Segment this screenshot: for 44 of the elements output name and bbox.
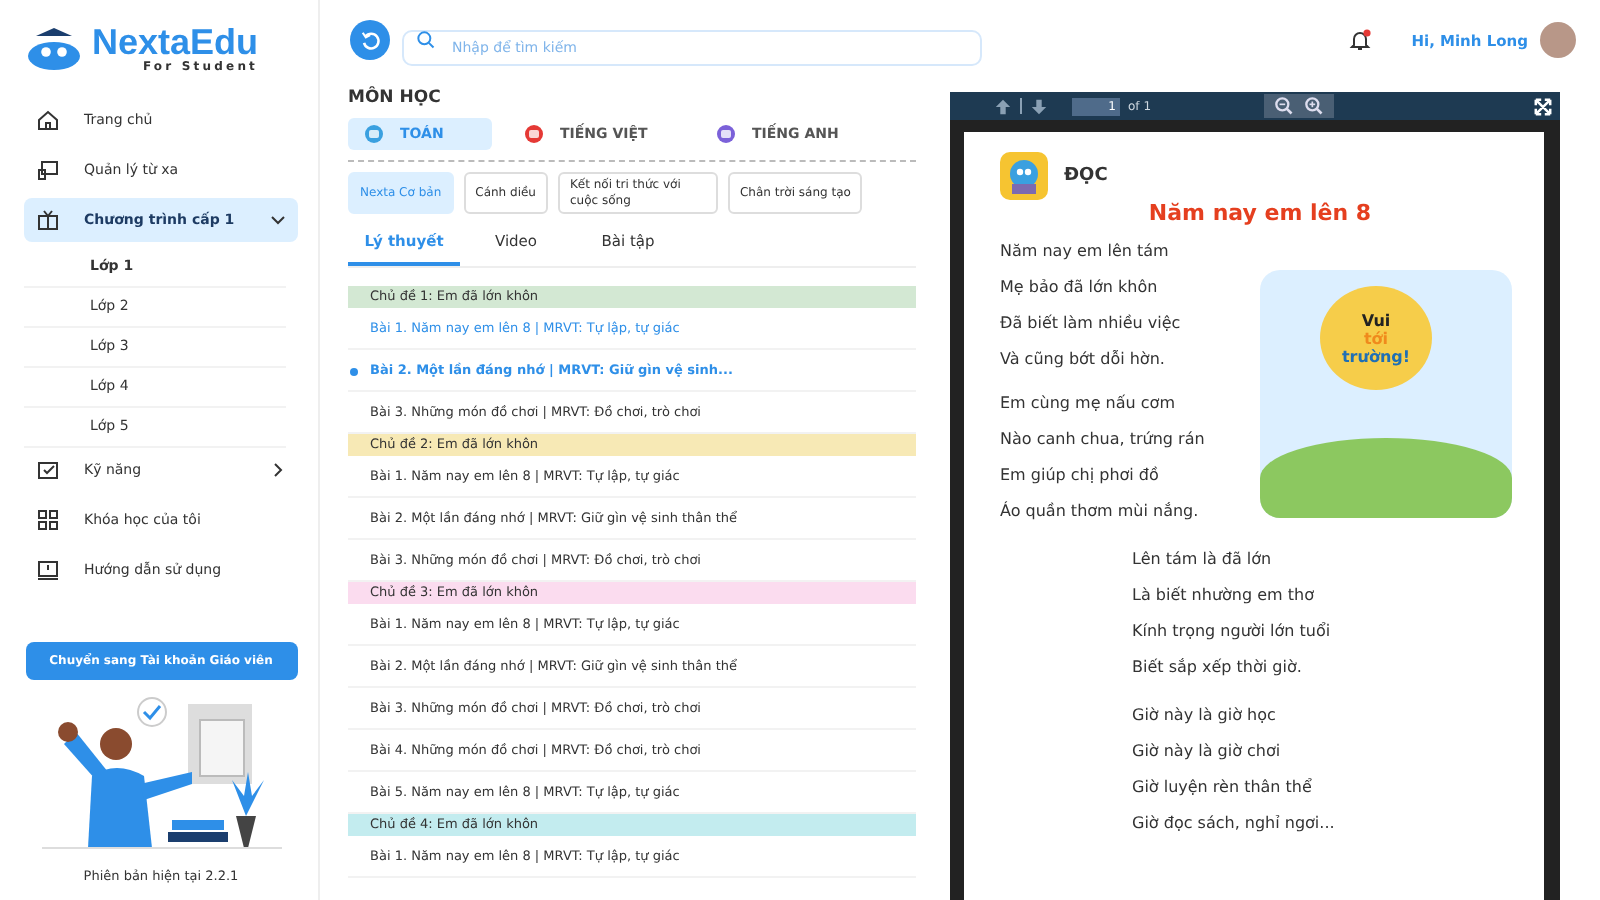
home-icon [36,108,60,132]
poem-line: Nào canh chua, trứng rán [1000,428,1205,452]
poem-line: Và cũng bớt dỗi hờn. [1000,348,1165,372]
poem-line: Mẹ bảo đã lớn khôn [1000,276,1158,300]
zoom-out-icon[interactable] [1273,96,1294,116]
subject-icon [524,124,544,144]
poem-line: Đã biết làm nhiều việc [1000,312,1181,336]
poem-line: Giờ luyện rèn thân thể [1132,776,1312,800]
checkbox-icon [36,458,60,482]
sun-sign-drawing: Vui tới trường! [1320,286,1432,390]
subject-icon [716,124,736,144]
poem-title: Năm nay em lên 8 [1146,200,1374,226]
avatar[interactable] [1540,22,1576,58]
poem-line: Em cùng mẹ nấu cơm [1000,392,1175,416]
logo-wordmark: NextaEdu [92,24,259,60]
monitor-icon [36,558,60,582]
mascot-logo-icon [24,27,84,71]
zoom-in-icon[interactable] [1303,96,1324,116]
refresh-button[interactable] [350,20,390,60]
poem-line: Giờ này là giờ học [1132,704,1276,728]
mascot-reading-icon [1000,152,1048,200]
poem-line: Kính trọng người lớn tuổi [1132,620,1331,644]
search-icon [416,30,436,50]
poem-line: Giờ đọc sách, nghỉ ngơi... [1132,812,1335,836]
remote-icon [36,158,60,182]
poem-line: Năm nay em lên tám [1000,240,1169,264]
page-up-icon[interactable] [994,97,1012,115]
section-title: MÔN HỌC [348,88,443,108]
poem-line: Giờ này là giờ chơi [1132,740,1281,764]
document-heading: ĐỌC [1064,166,1108,186]
poem-line: Là biết nhường em thơ [1132,584,1314,608]
poem-line: Biết sắp xếp thời giờ. [1132,656,1302,680]
chevron-down-icon [270,212,286,228]
notification-bell-icon[interactable] [1347,28,1372,52]
fullscreen-icon[interactable] [1534,97,1552,115]
poem-line: Em giúp chị phơi đồ [1000,464,1159,488]
book-icon [36,208,60,232]
subject-icon [364,124,384,144]
chevron-right-icon [270,462,286,478]
poem-line: Lên tám là đã lớn [1132,548,1272,572]
grid-icon [36,508,60,532]
page-down-icon[interactable] [1030,97,1048,115]
poem-line: Áo quần thơm mùi nắng. [1000,499,1199,524]
refresh-icon [359,29,381,51]
